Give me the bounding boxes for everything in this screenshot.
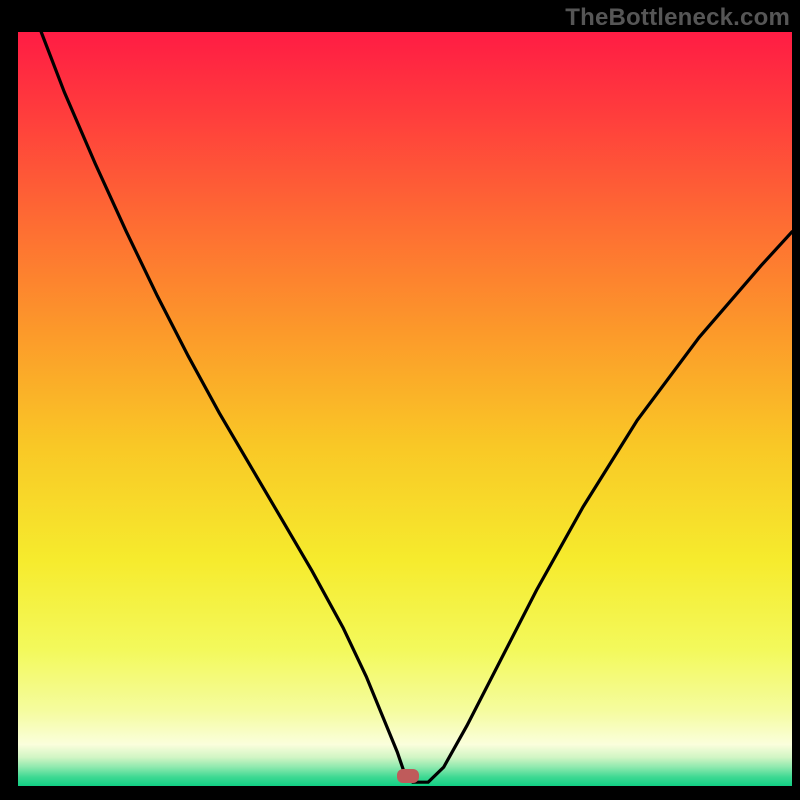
chart-frame: { "watermark": "TheBottleneck.com", "plo… [0,0,800,800]
plot-background [18,32,792,786]
optimum-marker [397,769,419,783]
bottleneck-chart [0,0,800,800]
watermark-text: TheBottleneck.com [565,4,790,32]
